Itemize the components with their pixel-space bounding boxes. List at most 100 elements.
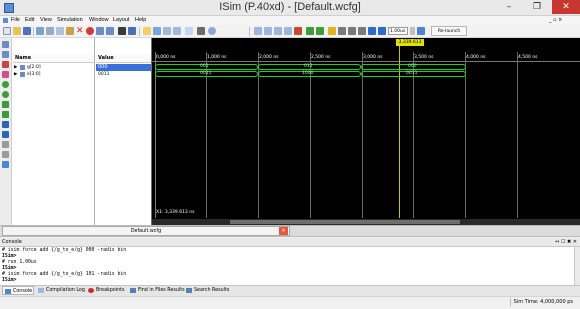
find-in-files-icon: [130, 288, 136, 293]
go-to-start-icon[interactable]: [2, 101, 9, 108]
zoom-in-side-icon[interactable]: [2, 81, 9, 88]
value-column-header[interactable]: Value: [96, 54, 151, 63]
log-icon: [38, 288, 44, 293]
group-icon[interactable]: [2, 141, 9, 148]
restart-icon[interactable]: [368, 27, 376, 35]
cascade-icon[interactable]: [163, 27, 171, 35]
go-to-time-icon[interactable]: [294, 27, 302, 35]
close-window-button[interactable]: ✕: [552, 0, 580, 14]
radix-icon[interactable]: [2, 161, 9, 168]
search-signal-icon[interactable]: [2, 51, 9, 58]
print-icon[interactable]: [36, 27, 44, 35]
time-tick: 1,000 ns: [207, 55, 227, 60]
scrollbar-thumb[interactable]: [230, 220, 460, 224]
open-icon[interactable]: [13, 27, 21, 35]
delete-icon[interactable]: ✕: [76, 27, 84, 36]
run-for-time-icon[interactable]: [417, 27, 425, 35]
save-icon[interactable]: [23, 27, 31, 35]
zoom-out-icon[interactable]: [264, 27, 272, 35]
tab-label: Console: [13, 289, 33, 294]
cursor-time-label[interactable]: 3,339.613 ns: [396, 39, 424, 52]
copy-icon[interactable]: [56, 27, 64, 35]
marker-tool-icon[interactable]: [2, 71, 9, 78]
expand-arrow-icon[interactable]: ▶: [14, 71, 17, 78]
down-arrow-icon[interactable]: [2, 131, 9, 138]
find-icon[interactable]: [118, 27, 126, 35]
menu-view[interactable]: View: [40, 16, 52, 25]
bus-value: 0011: [200, 71, 212, 76]
zoom-out-side-icon[interactable]: [2, 91, 9, 98]
grid-line: [465, 52, 466, 218]
menu-bar: [0, 16, 580, 25]
tab-label: Compilation Log: [46, 288, 85, 293]
add-marker-icon[interactable]: [328, 27, 336, 35]
signal-value[interactable]: 0011: [98, 71, 109, 78]
undo-icon[interactable]: [96, 27, 104, 35]
console-header: Console: [0, 238, 580, 247]
float-icon[interactable]: [358, 27, 366, 35]
tab-label: Breakpoints: [96, 288, 125, 293]
maximize-button[interactable]: ❐: [524, 0, 550, 14]
minimize-button[interactable]: –: [496, 0, 522, 14]
find-replace-icon[interactable]: [128, 27, 136, 35]
cursor-readout: X1: 3,339.613 ns: [156, 210, 195, 215]
run-all-icon[interactable]: [378, 27, 386, 35]
time-tick: 2,500 ns: [311, 55, 331, 60]
tab-console[interactable]: Console: [2, 286, 34, 295]
menu-window[interactable]: Window: [89, 16, 109, 25]
window-icon[interactable]: [153, 27, 161, 35]
console-scrollbar[interactable]: [574, 247, 580, 285]
marker-icon[interactable]: [143, 27, 151, 35]
tab-compilation-log[interactable]: Compilation Log: [36, 286, 85, 295]
zoom-in-icon[interactable]: [254, 27, 262, 35]
pointer-icon[interactable]: [2, 41, 9, 48]
console-icon: [5, 289, 11, 294]
bus-signal-icon: [20, 72, 25, 77]
console-line: ISim>: [2, 278, 17, 283]
tab-search-results[interactable]: Search Results: [184, 286, 229, 295]
close-tab-icon[interactable]: ✕: [279, 227, 288, 235]
time-unit-dropdown-icon[interactable]: [410, 27, 415, 35]
tile-icon[interactable]: [173, 27, 181, 35]
next-transition-icon[interactable]: [316, 27, 324, 35]
tab-find-in-files[interactable]: Find in Files Results: [128, 286, 185, 295]
expand-arrow-icon[interactable]: ▶: [14, 64, 17, 71]
menu-simulation[interactable]: Simulation: [57, 16, 83, 25]
tab-default-wcfg[interactable]: Default.wcfg: [2, 226, 290, 236]
stop-icon[interactable]: [86, 27, 94, 35]
zoom-full-icon[interactable]: [284, 27, 292, 35]
bus-value: 0011: [406, 71, 418, 76]
zoom-fit-icon[interactable]: [274, 27, 282, 35]
breakpoint-icon: [88, 288, 94, 293]
help-icon[interactable]: [208, 27, 216, 35]
console-line: # isim force add {/g_to_e/g} 000 -radix …: [2, 248, 127, 253]
menu-layout[interactable]: Layout: [113, 16, 130, 25]
signal-value[interactable]: 000: [96, 64, 151, 71]
name-column-header[interactable]: Name: [13, 54, 94, 63]
mdi-controls[interactable]: _ ▫ ×: [549, 17, 562, 23]
time-tick: 2,000 ns: [259, 55, 279, 60]
previous-transition-icon[interactable]: [306, 27, 314, 35]
relaunch-button[interactable]: Re-launch: [431, 26, 467, 36]
new-icon[interactable]: [3, 27, 11, 35]
redo-icon[interactable]: [106, 27, 114, 35]
go-to-end-icon[interactable]: [2, 111, 9, 118]
remove-signal-icon[interactable]: [2, 61, 9, 68]
menu-help[interactable]: Help: [135, 16, 146, 25]
divider-icon[interactable]: [2, 151, 9, 158]
time-tick: 0,000 ns: [156, 55, 176, 60]
time-axis: [152, 61, 580, 62]
run-time-input[interactable]: 1.00us: [388, 27, 408, 35]
swap-cursors-icon[interactable]: [338, 27, 346, 35]
menu-edit[interactable]: Edit: [25, 16, 34, 25]
pin-icon[interactable]: [197, 27, 205, 35]
console-panel-controls[interactable]: ↔ ☐ ✖ ✕: [555, 238, 577, 247]
paste-icon[interactable]: [66, 27, 74, 35]
up-arrow-icon[interactable]: [2, 121, 9, 128]
menu-file[interactable]: File: [11, 16, 20, 25]
tab-breakpoints[interactable]: Breakpoints: [86, 286, 125, 295]
signal-row-g[interactable]: [13, 64, 94, 71]
layout-icon[interactable]: [185, 27, 193, 35]
snap-icon[interactable]: [348, 27, 356, 35]
cut-icon[interactable]: [46, 27, 54, 35]
